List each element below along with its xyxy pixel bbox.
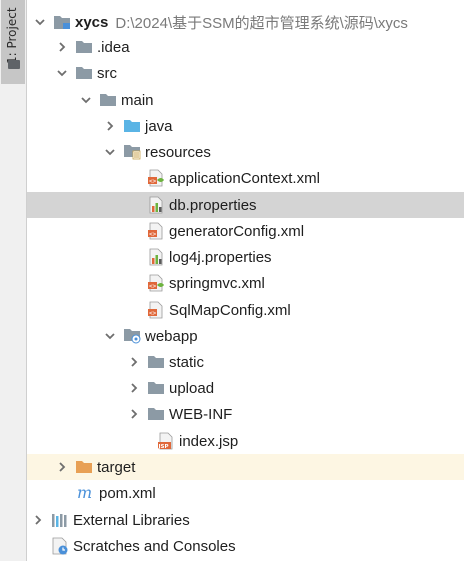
folder-label: upload	[169, 379, 215, 397]
folder-label: static	[169, 353, 205, 371]
folder-label: main	[121, 91, 154, 109]
chevron-right-icon[interactable]	[31, 513, 45, 527]
tree-row-db-properties[interactable]: db.properties	[27, 192, 464, 218]
tree-row-root[interactable]: xycs D:\2024\基于SSM的超市管理系统\源码\xycs	[27, 9, 464, 35]
file-label: pom.xml	[99, 484, 156, 502]
folder-label: WEB-INF	[169, 405, 233, 423]
tree-row-sqlmapconfig[interactable]: <> SqlMapConfig.xml	[27, 297, 464, 323]
properties-file-icon	[147, 248, 165, 266]
excluded-folder-icon	[75, 458, 93, 476]
module-folder-icon	[53, 13, 71, 31]
root-path: D:\2024\基于SSM的超市管理系统\源码\xycs	[115, 14, 408, 32]
folder-icon	[147, 405, 165, 423]
folder-icon	[147, 353, 165, 371]
chevron-down-icon[interactable]	[103, 145, 117, 159]
xml-file-icon: <>	[147, 301, 165, 319]
chevron-down-icon[interactable]	[55, 66, 69, 80]
file-label: SqlMapConfig.xml	[169, 301, 291, 319]
tree-row-pom[interactable]: m pom.xml	[27, 480, 464, 506]
file-label: db.properties	[169, 196, 257, 214]
tree-row-external-libraries[interactable]: External Libraries	[27, 507, 464, 533]
jsp-file-icon: JSP	[157, 432, 175, 450]
project-tab-label: 1: Project	[5, 7, 19, 64]
folder-icon	[99, 91, 117, 109]
folder-icon	[75, 38, 93, 56]
tree-row-src[interactable]: src	[27, 60, 464, 86]
svg-text:<>: <>	[149, 231, 157, 238]
properties-file-icon	[147, 196, 165, 214]
chevron-down-icon[interactable]	[33, 15, 47, 29]
folder-label: java	[145, 117, 173, 135]
library-icon	[51, 511, 69, 529]
node-label: Scratches and Consoles	[73, 537, 236, 555]
chevron-down-icon[interactable]	[79, 93, 93, 107]
tree-row-index-jsp[interactable]: JSP index.jsp	[27, 428, 464, 454]
file-label: index.jsp	[179, 432, 239, 450]
svg-text:<>: <>	[149, 178, 157, 185]
chevron-right-icon[interactable]	[103, 119, 117, 133]
node-label: External Libraries	[73, 511, 190, 529]
web-folder-icon	[123, 327, 141, 345]
svg-text:m: m	[77, 484, 92, 502]
idea-name: idea	[101, 38, 130, 56]
tree-row-applicationcontext[interactable]: <> applicationContext.xml	[27, 165, 464, 191]
chevron-right-icon[interactable]	[55, 460, 69, 474]
tree-row-target[interactable]: target	[27, 454, 464, 480]
project-tool-tab[interactable]: 1: Project	[1, 0, 25, 84]
file-label: generatorConfig.xml	[169, 222, 305, 240]
project-tree: xycs D:\2024\基于SSM的超市管理系统\源码\xycs .idea …	[27, 0, 464, 561]
tree-row-springmvc[interactable]: <> springmvc.xml	[27, 270, 464, 296]
tree-row-static[interactable]: static	[27, 349, 464, 375]
spring-xml-file-icon: <>	[147, 169, 165, 187]
file-label: log4j.properties	[169, 248, 272, 266]
file-label: applicationContext.xml	[169, 169, 320, 187]
xml-file-icon: <>	[147, 222, 165, 240]
tree-row-main[interactable]: main	[27, 87, 464, 113]
tree-row-upload[interactable]: upload	[27, 375, 464, 401]
tree-row-java[interactable]: java	[27, 113, 464, 139]
svg-text:JSP: JSP	[158, 444, 169, 450]
folder-label: webapp	[145, 327, 198, 345]
scratches-icon	[51, 537, 69, 555]
tool-window-strip: 1: Project	[0, 0, 27, 561]
tree-row-generatorconfig[interactable]: <> generatorConfig.xml	[27, 218, 464, 244]
folder-icon	[147, 379, 165, 397]
root-name: xycs	[75, 13, 109, 31]
chevron-right-icon[interactable]	[127, 407, 141, 421]
folder-icon	[75, 64, 93, 82]
folder-label: resources	[145, 143, 211, 161]
svg-text:<>: <>	[149, 310, 157, 317]
tree-row-log4j[interactable]: log4j.properties	[27, 244, 464, 270]
folder-label: .idea	[97, 38, 130, 56]
tree-row-scratches[interactable]: Scratches and Consoles	[27, 533, 464, 559]
resources-folder-icon	[123, 143, 141, 161]
source-folder-icon	[123, 117, 141, 135]
tree-row-resources[interactable]: resources	[27, 139, 464, 165]
folder-label: src	[97, 64, 117, 82]
chevron-right-icon[interactable]	[55, 40, 69, 54]
maven-icon: m	[77, 484, 95, 502]
tree-row-idea[interactable]: .idea	[27, 34, 464, 60]
chevron-down-icon[interactable]	[103, 329, 117, 343]
chevron-right-icon[interactable]	[127, 381, 141, 395]
folder-label: target	[97, 458, 136, 476]
spring-xml-file-icon: <>	[147, 274, 165, 292]
file-label: springmvc.xml	[169, 274, 265, 292]
project-folder-icon	[8, 60, 20, 69]
chevron-right-icon[interactable]	[127, 355, 141, 369]
tree-row-webinf[interactable]: WEB-INF	[27, 401, 464, 427]
tree-row-webapp[interactable]: webapp	[27, 323, 464, 349]
svg-text:<>: <>	[149, 283, 157, 290]
